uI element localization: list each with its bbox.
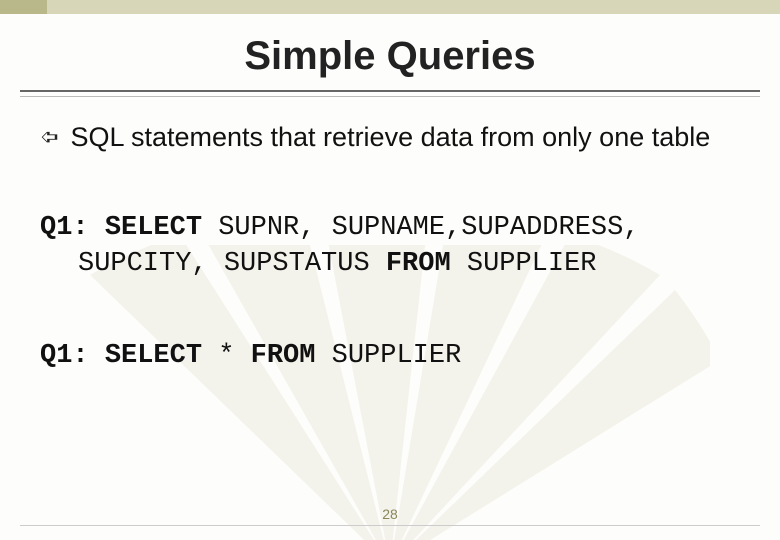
bullet-arrow-icon: ➪ bbox=[40, 120, 58, 154]
query-body: SELECT SUPNR, SUPNAME,SUPADDRESS, SUPCIT… bbox=[78, 213, 640, 279]
sql-keyword: FROM bbox=[386, 249, 451, 279]
bullet-item: ➪ SQL statements that retrieve data from… bbox=[40, 120, 740, 154]
title-underline-thin bbox=[20, 96, 760, 97]
query-label: Q1: bbox=[40, 341, 89, 371]
title-underline bbox=[20, 90, 760, 92]
footer-rule bbox=[20, 525, 760, 526]
sql-fragment: SUPPLIER bbox=[315, 341, 461, 371]
top-accent-bar bbox=[0, 0, 780, 14]
query-block-2: Q1: SELECT * FROM SUPPLIER bbox=[78, 338, 740, 374]
content-area: ➪ SQL statements that retrieve data from… bbox=[40, 120, 740, 430]
sql-keyword: SELECT bbox=[105, 213, 202, 243]
sql-keyword: FROM bbox=[251, 341, 316, 371]
query-block-1: Q1: SELECT SUPNR, SUPNAME,SUPADDRESS, SU… bbox=[78, 210, 740, 282]
sql-fragment: SUPPLIER bbox=[451, 249, 597, 279]
sql-keyword: SELECT bbox=[105, 341, 202, 371]
bullet-text: SQL statements that retrieve data from o… bbox=[70, 120, 710, 154]
query-body: SELECT * FROM SUPPLIER bbox=[105, 341, 461, 371]
page-number: 28 bbox=[0, 506, 780, 522]
slide-title: Simple Queries bbox=[0, 34, 780, 79]
query-label: Q1: bbox=[40, 213, 89, 243]
sql-fragment: * bbox=[202, 341, 251, 371]
